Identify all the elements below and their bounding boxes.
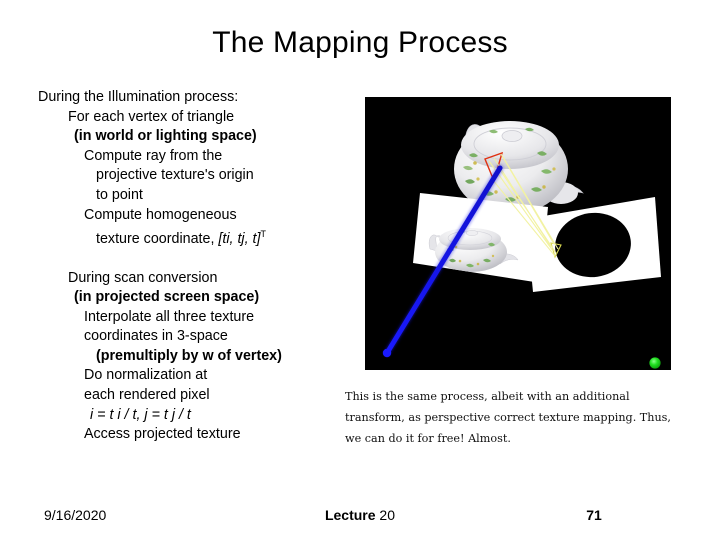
normalization-formula: i = t i / t, j = t j / t — [90, 406, 191, 423]
body-line: texture coordinate, [ti, tj, t]T — [96, 225, 350, 249]
caption-line: transform, as perspective correct textur… — [345, 411, 671, 424]
body-line-text: For each vertex of triangle — [68, 108, 235, 125]
page-title: The Mapping Process — [212, 26, 508, 59]
body-line: During the Illumination process: — [38, 88, 350, 108]
body-line-text: each rendered pixel — [84, 387, 210, 404]
body-line-text: During scan conversion — [68, 269, 218, 286]
body-line: projective texture's origin — [96, 166, 350, 186]
body-line: (premultiply by w of vertex) — [96, 347, 350, 367]
teapot-lid-knob — [501, 130, 523, 142]
body-line: (in world or lighting space) — [74, 127, 350, 147]
body-line: Compute ray from the — [84, 147, 350, 167]
light-source-marker-icon — [649, 357, 661, 369]
body-line: Interpolate all three texture — [84, 308, 350, 328]
slide-body-text: During the Illumination process: For eac… — [38, 88, 350, 445]
body-line: each rendered pixel — [84, 386, 350, 406]
body-line-text: (premultiply by w of vertex) — [96, 347, 282, 364]
body-line-text: to point — [96, 186, 143, 203]
body-line-text: texture coordinate, — [96, 230, 219, 247]
eye-ray-origin-point — [382, 348, 392, 358]
body-line: i = t i / t, j = t j / t — [90, 406, 350, 426]
body-line-text: Compute homogeneous — [84, 206, 237, 223]
image-caption: This is the same process, albeit with an… — [345, 386, 685, 449]
body-line: Access projected texture — [84, 425, 350, 445]
footer-page-number-text: 71 — [586, 507, 602, 523]
body-line-text: (in world or lighting space) — [74, 128, 257, 145]
body-line-text: projective texture's origin — [96, 167, 254, 184]
footer-page-number: 71 — [0, 507, 720, 523]
body-line: Compute homogeneous — [84, 206, 350, 226]
body-line-text: During the Illumination process: — [38, 89, 239, 105]
render-canvas — [365, 97, 671, 370]
body-line-text: Do normalization at — [84, 367, 208, 384]
body-line: to point — [96, 186, 350, 206]
projective-texture-render-image — [365, 97, 671, 370]
caption-line: This is the same process, albeit with an… — [345, 390, 630, 403]
body-line: Do normalization at — [84, 366, 350, 386]
body-line-text: Compute ray from the — [84, 147, 223, 164]
texture-coordinate-vector: [ti, tj, t] — [218, 230, 261, 247]
body-line-text: Interpolate all three texture — [84, 308, 255, 325]
body-line: coordinates in 3-space — [84, 327, 350, 347]
texture-teapot-knob — [465, 230, 479, 236]
body-line: (in projected screen space) — [74, 288, 350, 308]
body-line: For each vertex of triangle — [68, 108, 350, 128]
caption-line: we can do it for free! Almost. — [345, 432, 511, 445]
body-line-text: coordinates in 3-space — [84, 328, 228, 345]
body-line-text: Access projected texture — [84, 426, 241, 443]
transpose-superscript: T — [260, 229, 267, 240]
body-line: During scan conversion — [68, 269, 350, 289]
body-line-text: (in projected screen space) — [74, 289, 260, 306]
